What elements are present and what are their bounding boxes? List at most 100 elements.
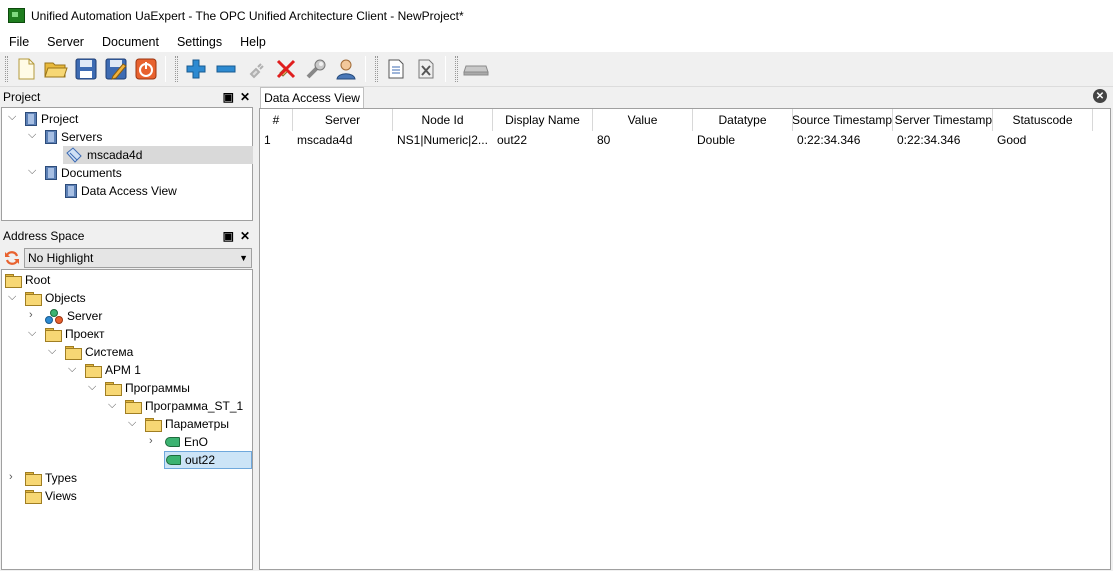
server-object-icon [45,308,63,324]
variable-tag-icon [165,437,180,447]
refresh-icon[interactable] [4,250,20,266]
add-server-button[interactable] [182,55,210,83]
menu-server[interactable]: Server [38,35,93,49]
quit-button[interactable] [132,55,160,83]
save-edit-icon [105,58,127,80]
float-icon[interactable]: ▣ [223,229,234,243]
new-project-button[interactable] [12,55,40,83]
tree-item-types[interactable]: Types [25,469,77,487]
address-tree: Root ⌵ Objects › Server ⌵ Проект ⌵ Систе… [1,269,253,570]
document-button[interactable] [382,55,410,83]
highlight-select[interactable]: No Highlight ▼ [24,248,252,268]
tab-data-access-view[interactable]: Data Access View [260,87,364,108]
drive-icon [463,65,489,76]
column-header-node-id[interactable]: Node Id [393,109,493,131]
toolbar-separator [365,56,366,82]
chevron-down-icon[interactable]: ⌵ [108,400,118,411]
toolbar-grip[interactable] [375,56,378,82]
remove-document-button[interactable] [412,55,440,83]
tree-item-data-access-view[interactable]: Data Access View [65,182,177,200]
close-icon[interactable]: ✕ [240,90,250,104]
folder-icon [145,417,162,432]
dropdown-arrow-icon: ▼ [239,253,248,263]
chevron-down-icon[interactable]: ⌵ [28,130,38,141]
title-bar: Unified Automation UaExpert - The OPC Un… [0,0,1113,31]
float-icon[interactable]: ▣ [223,90,234,104]
column-header-datatype[interactable]: Datatype [693,109,793,131]
column-header-server[interactable]: Server [293,109,393,131]
tree-item-proekt[interactable]: Проект [45,325,105,343]
cell-index: 1 [264,133,271,147]
settings-button[interactable] [302,55,330,83]
open-project-button[interactable] [42,55,70,83]
table-row[interactable]: 1 mscada4d NS1|Numeric|2... out22 80 Dou… [260,131,1093,149]
connect-button[interactable] [242,55,270,83]
chevron-down-icon[interactable]: ⌵ [68,364,78,375]
folder-icon [25,489,42,504]
tree-item-sistema[interactable]: Система [65,343,133,361]
chevron-down-icon[interactable]: ⌵ [28,328,38,339]
chevron-right-icon[interactable]: › [9,472,19,483]
save-icon [75,58,97,80]
device-button[interactable] [462,55,490,83]
chevron-right-icon[interactable]: › [149,436,159,447]
server-connection-icon [66,147,82,163]
column-header-statuscode[interactable]: Statuscode [993,109,1093,131]
tree-item-server[interactable]: Server [45,307,102,325]
folder-icon [25,471,42,486]
tree-item-eno[interactable]: EnO [165,433,208,451]
chevron-down-icon[interactable]: ⌵ [88,382,98,393]
project-icon [25,112,37,126]
toolbar-grip[interactable] [5,56,8,82]
chevron-down-icon[interactable]: ⌵ [8,112,18,123]
chevron-down-icon[interactable]: ⌵ [8,292,18,303]
chevron-down-icon[interactable]: ⌵ [128,418,138,429]
save-as-button[interactable] [102,55,130,83]
menu-settings[interactable]: Settings [168,35,231,49]
tree-item-programma-st1[interactable]: Программа_ST_1 [125,397,243,415]
tree-item-objects[interactable]: Objects [25,289,86,307]
remove-document-icon [418,59,434,79]
tree-item-root[interactable]: Root [5,271,50,289]
documents-icon [45,166,57,180]
column-header-index[interactable]: # [260,109,293,131]
address-panel-title: Address Space [3,229,85,243]
remove-server-button[interactable] [212,55,240,83]
window-title: Unified Automation UaExpert - The OPC Un… [31,8,464,23]
tree-item-programmy[interactable]: Программы [105,379,190,397]
user-button[interactable] [332,55,360,83]
column-header-display-name[interactable]: Display Name [493,109,593,131]
tree-item-server-mscada4d[interactable]: mscada4d [63,146,253,164]
column-header-value[interactable]: Value [593,109,693,131]
tree-item-servers[interactable]: Servers [45,128,102,146]
tree-item-views[interactable]: Views [25,487,77,505]
disconnect-button[interactable] [272,55,300,83]
project-tree: ⌵ Project ⌵ Servers mscada4d ⌵ Documents… [1,107,253,221]
tree-item-out22[interactable]: out22 [164,451,252,469]
close-tab-icon[interactable]: ✕ [1093,89,1107,103]
toolbar-separator [445,56,446,82]
user-icon [336,59,356,80]
tree-item-arm1[interactable]: АРМ 1 [85,361,141,379]
disconnect-icon [276,59,296,79]
column-header-server-timestamp[interactable]: Server Timestamp [893,109,993,131]
variable-tag-icon [166,455,181,465]
chevron-down-icon[interactable]: ⌵ [48,346,58,357]
tree-item-documents[interactable]: Documents [45,164,122,182]
tree-item-project[interactable]: Project [25,110,78,128]
cell-server-timestamp: 0:22:34.346 [897,133,961,147]
menu-file[interactable]: File [0,35,38,49]
minus-icon [216,65,236,73]
chevron-right-icon[interactable]: › [29,310,39,321]
data-access-table: # Server Node Id Display Name Value Data… [259,108,1111,570]
toolbar-grip[interactable] [455,56,458,82]
menu-document[interactable]: Document [93,35,168,49]
toolbar-grip[interactable] [175,56,178,82]
power-icon [135,58,157,80]
column-header-source-timestamp[interactable]: Source Timestamp [793,109,893,131]
chevron-down-icon[interactable]: ⌵ [28,166,38,177]
menu-help[interactable]: Help [231,35,275,49]
tree-item-parametry[interactable]: Параметры [145,415,229,433]
save-project-button[interactable] [72,55,100,83]
close-icon[interactable]: ✕ [240,229,250,243]
